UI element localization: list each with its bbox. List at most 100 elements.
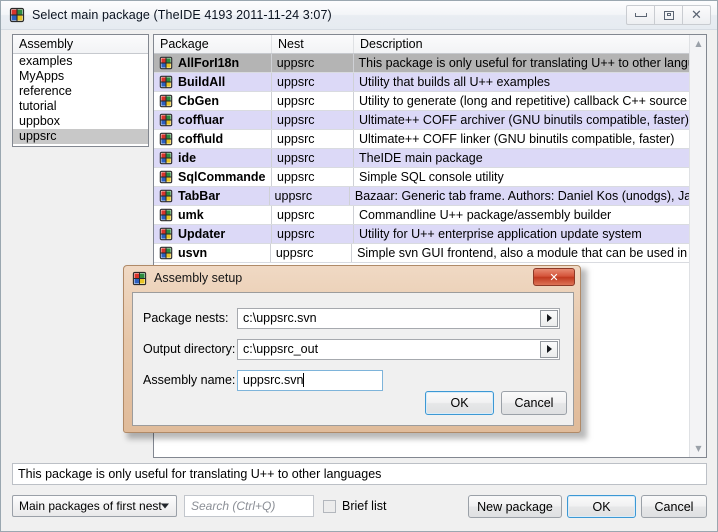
close-button[interactable]: ✕ bbox=[682, 5, 711, 25]
dialog-ok-button[interactable]: OK bbox=[425, 391, 494, 415]
table-row[interactable]: BuildAll uppsrc Utility that builds all U+… bbox=[154, 73, 706, 92]
package-cell: BuildAll bbox=[154, 73, 272, 91]
nest-cell: uppsrc bbox=[272, 149, 354, 167]
window-titlebar: Select main package (TheIDE 4193 2011-11… bbox=[1, 1, 717, 30]
nest-cell: uppsrc bbox=[272, 92, 354, 110]
maximize-icon bbox=[664, 11, 674, 20]
column-header-description[interactable]: Description bbox=[354, 35, 706, 53]
nest-cell: uppsrc bbox=[272, 111, 354, 129]
nest-cell: uppsrc bbox=[272, 168, 354, 186]
table-row[interactable]: ideuppsrc TheIDE main package bbox=[154, 149, 706, 168]
checkbox-box-icon bbox=[323, 500, 336, 513]
upp-package-icon bbox=[159, 132, 173, 146]
assembly-list[interactable]: examplesMyAppsreferencetutorialuppboxupp… bbox=[13, 54, 148, 144]
nest-cell: uppsrc bbox=[272, 206, 354, 224]
description-cell: This package is only useful for translat… bbox=[354, 54, 706, 72]
table-row[interactable]: Updateruppsrc Utility for U++ enterprise … bbox=[154, 225, 706, 244]
table-row[interactable]: SqlCommandeuppsrcSimple SQL console util… bbox=[154, 168, 706, 187]
table-row[interactable]: coff\uaruppsrc Ultimate++ COFF archiver (… bbox=[154, 111, 706, 130]
package-cell: CbGen bbox=[154, 92, 272, 110]
dialog-close-button[interactable]: ✕ bbox=[533, 268, 575, 286]
description-text: This package is only useful for translat… bbox=[359, 56, 695, 70]
new-package-button[interactable]: New package bbox=[468, 495, 562, 518]
table-row[interactable]: coff\ulduppsrcUltimate++ COFF linker (GN… bbox=[154, 130, 706, 149]
search-placeholder: Search (Ctrl+Q) bbox=[191, 499, 275, 513]
package-nests-dropdown-button[interactable] bbox=[540, 310, 558, 327]
package-cell: ide bbox=[154, 149, 272, 167]
brief-list-checkbox[interactable]: Brief list bbox=[323, 495, 386, 517]
description-text: TheIDE main package bbox=[359, 151, 483, 165]
package-cell: SqlCommande bbox=[154, 168, 272, 186]
column-header-nest[interactable]: Nest bbox=[272, 35, 354, 53]
minimize-icon bbox=[635, 13, 647, 17]
table-row[interactable]: usvnuppsrcSimple svn GUI frontend, also … bbox=[154, 244, 706, 263]
description-cell: Commandline U++ package/assembly builder bbox=[354, 206, 706, 224]
description-cell: Utility that builds all U++ examples bbox=[354, 73, 706, 91]
assembly-item[interactable]: uppsrc bbox=[13, 129, 148, 144]
upp-package-icon bbox=[159, 75, 173, 89]
description-cell: Bazaar: Generic tab frame. Authors: Dani… bbox=[350, 187, 706, 205]
assembly-name-input[interactable]: uppsrc.svn bbox=[237, 370, 383, 391]
scroll-down-icon[interactable]: ▼ bbox=[690, 440, 707, 457]
package-name: BuildAll bbox=[178, 75, 225, 89]
column-header-package[interactable]: Package bbox=[154, 35, 272, 53]
table-row[interactable]: TabBaruppsrcBazaar: Generic tab frame. A… bbox=[154, 187, 706, 206]
maximize-button[interactable] bbox=[654, 5, 683, 25]
package-nests-input[interactable]: c:\uppsrc.svn bbox=[237, 308, 560, 329]
assembly-item[interactable]: MyApps bbox=[13, 69, 148, 84]
package-rows: AllForI18nuppsrcThis package is only use… bbox=[154, 54, 706, 263]
package-cell: Updater bbox=[154, 225, 272, 243]
nest-cell: uppsrc bbox=[272, 73, 354, 91]
description-text: Ultimate++ COFF archiver (GNU binutils c… bbox=[359, 113, 689, 127]
assembly-column-header: Assembly bbox=[13, 35, 148, 54]
cancel-button[interactable]: Cancel bbox=[641, 495, 707, 518]
package-name: SqlCommande bbox=[178, 170, 266, 184]
upp-package-icon bbox=[9, 7, 25, 23]
select-main-package-window: Select main package (TheIDE 4193 2011-11… bbox=[0, 0, 718, 532]
minimize-button[interactable] bbox=[626, 5, 655, 25]
table-row[interactable]: CbGenuppsrcUtility to generate (long and… bbox=[154, 92, 706, 111]
package-cell: umk bbox=[154, 206, 272, 224]
output-directory-input[interactable]: c:\uppsrc_out bbox=[237, 339, 560, 360]
close-icon: ✕ bbox=[691, 9, 702, 22]
package-name: usvn bbox=[178, 246, 207, 260]
package-column-header: Package Nest Description bbox=[154, 35, 706, 54]
assembly-item[interactable]: uppbox bbox=[13, 114, 148, 129]
assembly-item[interactable]: reference bbox=[13, 84, 148, 99]
description-cell: Utility for U++ enterprise application u… bbox=[354, 225, 706, 243]
ok-button[interactable]: OK bbox=[567, 495, 636, 518]
package-cell: TabBar bbox=[154, 187, 270, 205]
description-cell: TheIDE main package bbox=[354, 149, 706, 167]
description-text: Simple svn GUI frontend, also a module t… bbox=[357, 246, 697, 260]
upp-package-icon bbox=[159, 246, 173, 260]
dialog-cancel-button[interactable]: Cancel bbox=[501, 391, 567, 415]
dialog-body: Package nests: c:\uppsrc.svn Output dire… bbox=[132, 292, 574, 426]
package-cell: coff\uar bbox=[154, 111, 272, 129]
nest-cell: uppsrc bbox=[272, 225, 354, 243]
scroll-up-icon[interactable]: ▲ bbox=[690, 35, 707, 52]
package-cell: coff\uld bbox=[154, 130, 272, 148]
package-filter-dropdown[interactable]: Main packages of first nest bbox=[12, 495, 177, 517]
assembly-item[interactable]: tutorial bbox=[13, 99, 148, 114]
table-row[interactable]: AllForI18nuppsrcThis package is only use… bbox=[154, 54, 706, 73]
description-text: Utility that builds all U++ examples bbox=[359, 75, 550, 89]
table-row[interactable]: umkuppsrcCommandline U++ package/assembl… bbox=[154, 206, 706, 225]
dialog-titlebar: Assembly setup ✕ bbox=[124, 266, 580, 290]
description-text: Utility for U++ enterprise application u… bbox=[359, 227, 642, 241]
upp-package-icon bbox=[132, 271, 147, 286]
assembly-item[interactable]: examples bbox=[13, 54, 148, 69]
field-row-package-nests: Package nests: c:\uppsrc.svn bbox=[133, 307, 573, 329]
label-output-directory: Output directory: bbox=[133, 342, 237, 356]
search-input[interactable]: Search (Ctrl+Q) bbox=[184, 495, 314, 517]
upp-package-icon bbox=[159, 56, 173, 70]
field-row-assembly-name: Assembly name: uppsrc.svn bbox=[133, 369, 573, 391]
upp-package-icon bbox=[159, 227, 173, 241]
field-row-output-directory: Output directory: c:\uppsrc_out bbox=[133, 338, 573, 360]
upp-package-icon bbox=[159, 151, 173, 165]
output-directory-dropdown-button[interactable] bbox=[540, 341, 558, 358]
description-text: Bazaar: Generic tab frame. Authors: Dani… bbox=[355, 189, 702, 203]
chevron-down-icon bbox=[161, 504, 169, 509]
text-caret bbox=[303, 373, 304, 387]
window-controls: ✕ bbox=[626, 5, 711, 25]
package-list-scrollbar[interactable]: ▲ ▼ bbox=[689, 35, 706, 457]
